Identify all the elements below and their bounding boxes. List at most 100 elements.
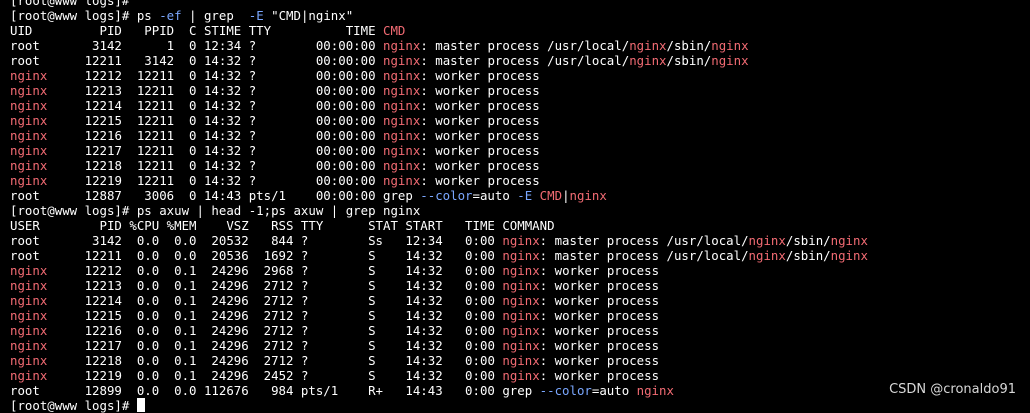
terminal-text: 12214 0.0 0.1 24296 2712 ? S 14:32 0:00 [47, 293, 503, 308]
terminal-line: root 12887 3006 0 14:43 pts/1 00:00:00 g… [10, 188, 1030, 203]
highlighted-match: nginx [383, 113, 421, 128]
terminal-text: : worker process [539, 368, 660, 383]
terminal-text: root 12899 0.0 0.0 112676 984 pts/1 R+ 1… [10, 383, 540, 398]
highlighted-match: nginx [502, 308, 540, 323]
command-option: -E [517, 188, 533, 203]
terminal-text: : worker process [420, 113, 540, 128]
highlighted-match: nginx [383, 173, 421, 188]
highlighted-match: nginx [10, 308, 48, 323]
terminal-line: nginx 12215 12211 0 14:32 ? 00:00:00 ngi… [10, 113, 1030, 128]
terminal-text: 12217 0.0 0.1 24296 2712 ? S 14:32 0:00 [47, 338, 503, 353]
terminal-line: nginx 12218 0.0 0.1 24296 2712 ? S 14:32… [10, 353, 1030, 368]
highlighted-match: nginx [383, 143, 421, 158]
highlighted-match: nginx [383, 68, 421, 83]
terminal-line: nginx 12219 0.0 0.1 24296 2452 ? S 14:32… [10, 368, 1030, 383]
terminal-output[interactable]: [root@www logs]# [root@www logs]# ps -ef… [10, 0, 1030, 413]
terminal-text: /sbin/ [666, 38, 712, 53]
highlighted-match: nginx [502, 368, 540, 383]
terminal-text: : worker process [420, 98, 540, 113]
terminal-text: 12217 12211 0 14:32 ? 00:00:00 [47, 143, 384, 158]
highlighted-match: nginx [10, 173, 48, 188]
command-option: -E [248, 8, 264, 23]
highlighted-match: nginx [502, 323, 540, 338]
terminal-text: /sbin/ [785, 233, 831, 248]
terminal-text: 12212 0.0 0.1 24296 2968 ? S 14:32 0:00 [47, 263, 503, 278]
terminal-line: [root@www logs]# ps axuw | head -1;ps ax… [10, 203, 1030, 218]
terminal-text: 12212 12211 0 14:32 ? 00:00:00 [47, 68, 384, 83]
terminal-text: [root@www logs]# ps axuw | head -1;ps ax… [10, 203, 421, 218]
terminal-line: USER PID %CPU %MEM VSZ RSS TTY STAT STAR… [10, 218, 1030, 233]
highlighted-match: nginx [383, 53, 421, 68]
terminal-line: UID PID PPID C STIME TTY TIME CMD [10, 23, 1030, 38]
terminal-text: : worker process [420, 83, 540, 98]
highlighted-match: nginx [502, 248, 540, 263]
terminal-text: root 12211 0.0 0.0 20536 1692 ? S 14:32 … [10, 248, 503, 263]
highlighted-match: nginx [10, 278, 48, 293]
highlighted-match: nginx [383, 158, 421, 173]
highlighted-match: nginx [10, 368, 48, 383]
highlighted-match: nginx [629, 53, 667, 68]
terminal-text: [root@www logs]# [10, 398, 137, 413]
terminal-text: 12218 12211 0 14:32 ? 00:00:00 [47, 158, 384, 173]
highlighted-match: nginx [629, 38, 667, 53]
highlighted-match: nginx [10, 338, 48, 353]
terminal-line: nginx 12218 12211 0 14:32 ? 00:00:00 ngi… [10, 158, 1030, 173]
highlighted-match: nginx [10, 263, 48, 278]
terminal-text: USER PID %CPU %MEM VSZ RSS TTY STAT STAR… [10, 218, 555, 233]
terminal-text: [root@www logs]# ps [10, 8, 160, 23]
terminal-line: root 12211 0.0 0.0 20536 1692 ? S 14:32 … [10, 248, 1030, 263]
highlighted-match: nginx [502, 263, 540, 278]
terminal-text: 12216 0.0 0.1 24296 2712 ? S 14:32 0:00 [47, 323, 503, 338]
terminal-text: 12218 0.0 0.1 24296 2712 ? S 14:32 0:00 [47, 353, 503, 368]
highlighted-match: nginx [502, 293, 540, 308]
highlighted-match: nginx [383, 98, 421, 113]
highlighted-match: CMD [383, 23, 406, 38]
highlighted-match: nginx [10, 323, 48, 338]
highlighted-match: nginx [10, 68, 48, 83]
terminal-text: 12215 0.0 0.1 24296 2712 ? S 14:32 0:00 [47, 308, 503, 323]
terminal-line: root 3142 0.0 0.0 20532 844 ? Ss 12:34 0… [10, 233, 1030, 248]
terminal-line: [root@www logs]# [10, 0, 1030, 8]
highlighted-match: nginx [636, 383, 674, 398]
terminal-line: nginx 12214 12211 0 14:32 ? 00:00:00 ngi… [10, 98, 1030, 113]
terminal-line: nginx 12219 12211 0 14:32 ? 00:00:00 ngi… [10, 173, 1030, 188]
terminal-text: 12213 12211 0 14:32 ? 00:00:00 [47, 83, 384, 98]
highlighted-match: nginx [383, 38, 421, 53]
terminal-text: [root@www logs]# [10, 0, 137, 8]
highlighted-match: nginx [10, 353, 48, 368]
watermark: CSDN @cronaldo91 [889, 382, 1016, 397]
terminal-text: =auto [472, 188, 518, 203]
highlighted-match: nginx [748, 248, 786, 263]
terminal-text: | [562, 188, 570, 203]
highlighted-match: nginx [10, 83, 48, 98]
terminal-line: nginx 12212 12211 0 14:32 ? 00:00:00 ngi… [10, 68, 1030, 83]
terminal-cursor [136, 398, 145, 412]
highlighted-match: nginx [748, 233, 786, 248]
terminal-line: nginx 12215 0.0 0.1 24296 2712 ? S 14:32… [10, 308, 1030, 323]
terminal-text: 12213 0.0 0.1 24296 2712 ? S 14:32 0:00 [47, 278, 503, 293]
terminal-text: : master process /usr/local/ [539, 233, 749, 248]
highlighted-match: nginx [569, 188, 607, 203]
terminal-text: 12215 12211 0 14:32 ? 00:00:00 [47, 113, 384, 128]
terminal-text: : master process /usr/local/ [539, 248, 749, 263]
terminal-line: root 3142 1 0 12:34 ? 00:00:00 nginx: ma… [10, 38, 1030, 53]
terminal-line: nginx 12216 0.0 0.1 24296 2712 ? S 14:32… [10, 323, 1030, 338]
terminal-text: root 3142 1 0 12:34 ? 00:00:00 [10, 38, 383, 53]
terminal-text: /sbin/ [785, 248, 831, 263]
terminal-text: : worker process [420, 128, 540, 143]
highlighted-match: nginx [10, 113, 48, 128]
terminal-line: nginx 12212 0.0 0.1 24296 2968 ? S 14:32… [10, 263, 1030, 278]
terminal-text: : worker process [539, 263, 660, 278]
terminal-text: 12219 0.0 0.1 24296 2452 ? S 14:32 0:00 [47, 368, 503, 383]
highlighted-match: nginx [502, 233, 540, 248]
terminal-line: [root@www logs]# [10, 398, 1030, 413]
highlighted-match: CMD [539, 188, 563, 203]
highlighted-match: nginx [502, 278, 540, 293]
terminal-text: | grep [181, 8, 249, 23]
terminal-text: : worker process [539, 353, 660, 368]
terminal-text: : worker process [539, 308, 660, 323]
highlighted-match: nginx [10, 128, 48, 143]
terminal-text: : master process /usr/local/ [420, 38, 630, 53]
terminal-text: : worker process [539, 338, 660, 353]
